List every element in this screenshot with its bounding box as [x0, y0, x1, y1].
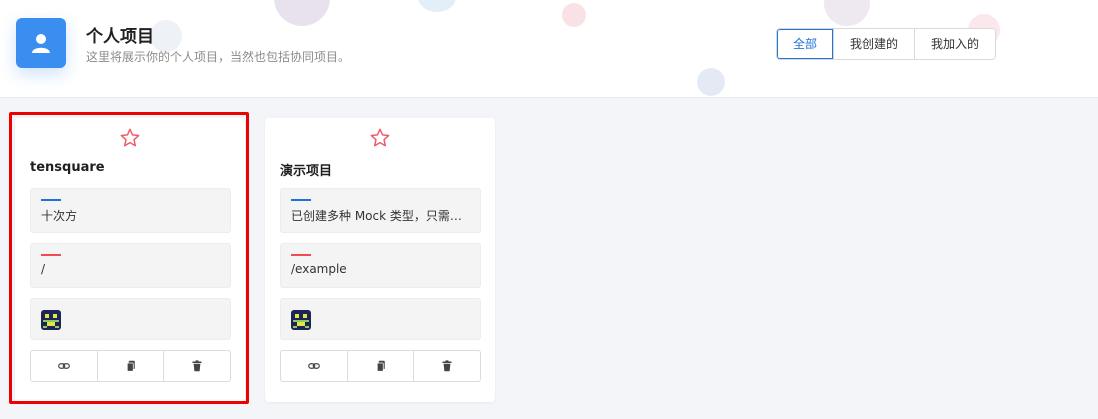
member-avatar[interactable]: [41, 310, 61, 330]
clone-project-button[interactable]: [96, 351, 164, 381]
project-description: 已创建多种 Mock 类型，只需点击预览便可查看效果。: [291, 209, 470, 223]
description-bar: [41, 199, 61, 201]
baseurl-bar: [291, 254, 311, 256]
project-card[interactable]: tensquare 十次方 /: [15, 118, 245, 402]
star-button[interactable]: [15, 127, 245, 153]
project-name[interactable]: tensquare: [30, 160, 105, 175]
user-avatar-box: [16, 18, 66, 68]
project-filter-group: 全部 我创建的 我加入的: [776, 28, 997, 60]
filter-joined-button[interactable]: 我加入的: [914, 29, 996, 59]
copy-link-button[interactable]: [31, 351, 97, 381]
page-subtitle: 这里将展示你的个人项目，当然也包括协同项目。: [86, 50, 351, 64]
project-name[interactable]: 演示项目: [280, 160, 332, 179]
project-card[interactable]: 演示项目 已创建多种 Mock 类型，只需点击预览便可查看效果。 /exampl…: [265, 118, 495, 402]
decor-bubble: [697, 68, 725, 96]
filter-all-button[interactable]: 全部: [777, 29, 834, 59]
project-baseurl: /: [41, 262, 46, 276]
member-avatar[interactable]: [291, 310, 311, 330]
project-baseurl-field: /example: [280, 243, 481, 288]
page-header: 个人项目 这里将展示你的个人项目，当然也包括协同项目。 全部 我创建的 我加入的: [0, 0, 1098, 98]
project-baseurl-field: /: [30, 243, 231, 288]
star-button[interactable]: [265, 127, 495, 153]
card-actions: [30, 350, 231, 382]
card-actions: [280, 350, 481, 382]
filter-created-button[interactable]: 我创建的: [833, 29, 915, 59]
trash-icon: [442, 360, 452, 372]
baseurl-bar: [41, 254, 61, 256]
project-members-field: [280, 298, 481, 340]
star-icon: [370, 128, 390, 147]
copy-icon: [126, 360, 135, 372]
decor-bubble: [274, 0, 330, 26]
decor-bubble: [418, 0, 456, 12]
delete-project-button[interactable]: [413, 351, 480, 381]
user-icon: [32, 34, 50, 53]
copy-icon: [376, 360, 385, 372]
decor-bubble: [562, 3, 586, 27]
project-description-field: 十次方: [30, 188, 231, 233]
clone-project-button[interactable]: [346, 351, 414, 381]
star-icon: [120, 128, 140, 147]
link-icon: [307, 363, 320, 369]
description-bar: [291, 199, 311, 201]
project-description-field: 已创建多种 Mock 类型，只需点击预览便可查看效果。: [280, 188, 481, 233]
delete-project-button[interactable]: [163, 351, 230, 381]
project-members-field: [30, 298, 231, 340]
project-description: 十次方: [41, 209, 78, 223]
project-baseurl: /example: [291, 262, 347, 276]
link-icon: [57, 363, 70, 369]
page-title: 个人项目: [86, 27, 154, 47]
decor-bubble: [824, 0, 870, 26]
copy-link-button[interactable]: [281, 351, 347, 381]
trash-icon: [192, 360, 202, 372]
